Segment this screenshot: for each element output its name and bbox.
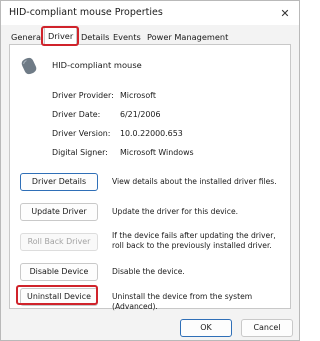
driver-provider-value: Microsoft xyxy=(120,91,156,100)
disable-device-button[interactable]: Disable Device xyxy=(20,263,98,281)
mouse-icon xyxy=(21,57,37,75)
properties-dialog: HID-compliant mouse Properties ✕ General… xyxy=(0,0,300,341)
tab-power-management[interactable]: Power Management xyxy=(147,30,228,44)
uninstall-device-button[interactable]: Uninstall Device xyxy=(20,288,98,306)
driver-date-label: Driver Date: xyxy=(52,110,101,119)
close-icon[interactable]: ✕ xyxy=(275,4,295,22)
roll-back-driver-button: Roll Back Driver xyxy=(20,233,98,251)
window-title: HID-compliant mouse Properties xyxy=(9,7,163,18)
tab-general[interactable]: General xyxy=(11,30,43,44)
device-name: HID-compliant mouse xyxy=(52,60,142,70)
ok-button[interactable]: OK xyxy=(180,319,232,337)
disable-device-description: Disable the device. xyxy=(112,267,185,276)
driver-version-label: Driver Version: xyxy=(52,129,111,138)
tab-driver[interactable]: Driver xyxy=(44,27,78,45)
digital-signer-value: Microsoft Windows xyxy=(120,148,194,157)
tab-details[interactable]: Details xyxy=(81,30,109,44)
driver-version-value: 10.0.22000.653 xyxy=(120,129,183,138)
driver-details-description: View details about the installed driver … xyxy=(112,177,277,186)
uninstall-device-description: Uninstall the device from the system (Ad… xyxy=(112,292,253,311)
tab-events[interactable]: Events xyxy=(113,30,141,44)
update-driver-button[interactable]: Update Driver xyxy=(20,203,98,221)
driver-date-value: 6/21/2006 xyxy=(120,110,161,119)
roll-back-driver-description: If the device fails after updating the d… xyxy=(112,231,276,250)
title-bar: HID-compliant mouse Properties ✕ xyxy=(1,1,299,25)
driver-provider-label: Driver Provider: xyxy=(52,91,114,100)
update-driver-description: Update the driver for this device. xyxy=(112,207,239,216)
driver-panel: HID-compliant mouse Driver Provider: Mic… xyxy=(9,44,291,311)
tab-strip: General Driver Details Events Power Mana… xyxy=(1,27,299,45)
driver-details-button[interactable]: Driver Details xyxy=(20,173,98,191)
cancel-button[interactable]: Cancel xyxy=(241,319,293,337)
digital-signer-label: Digital Signer: xyxy=(52,148,108,157)
